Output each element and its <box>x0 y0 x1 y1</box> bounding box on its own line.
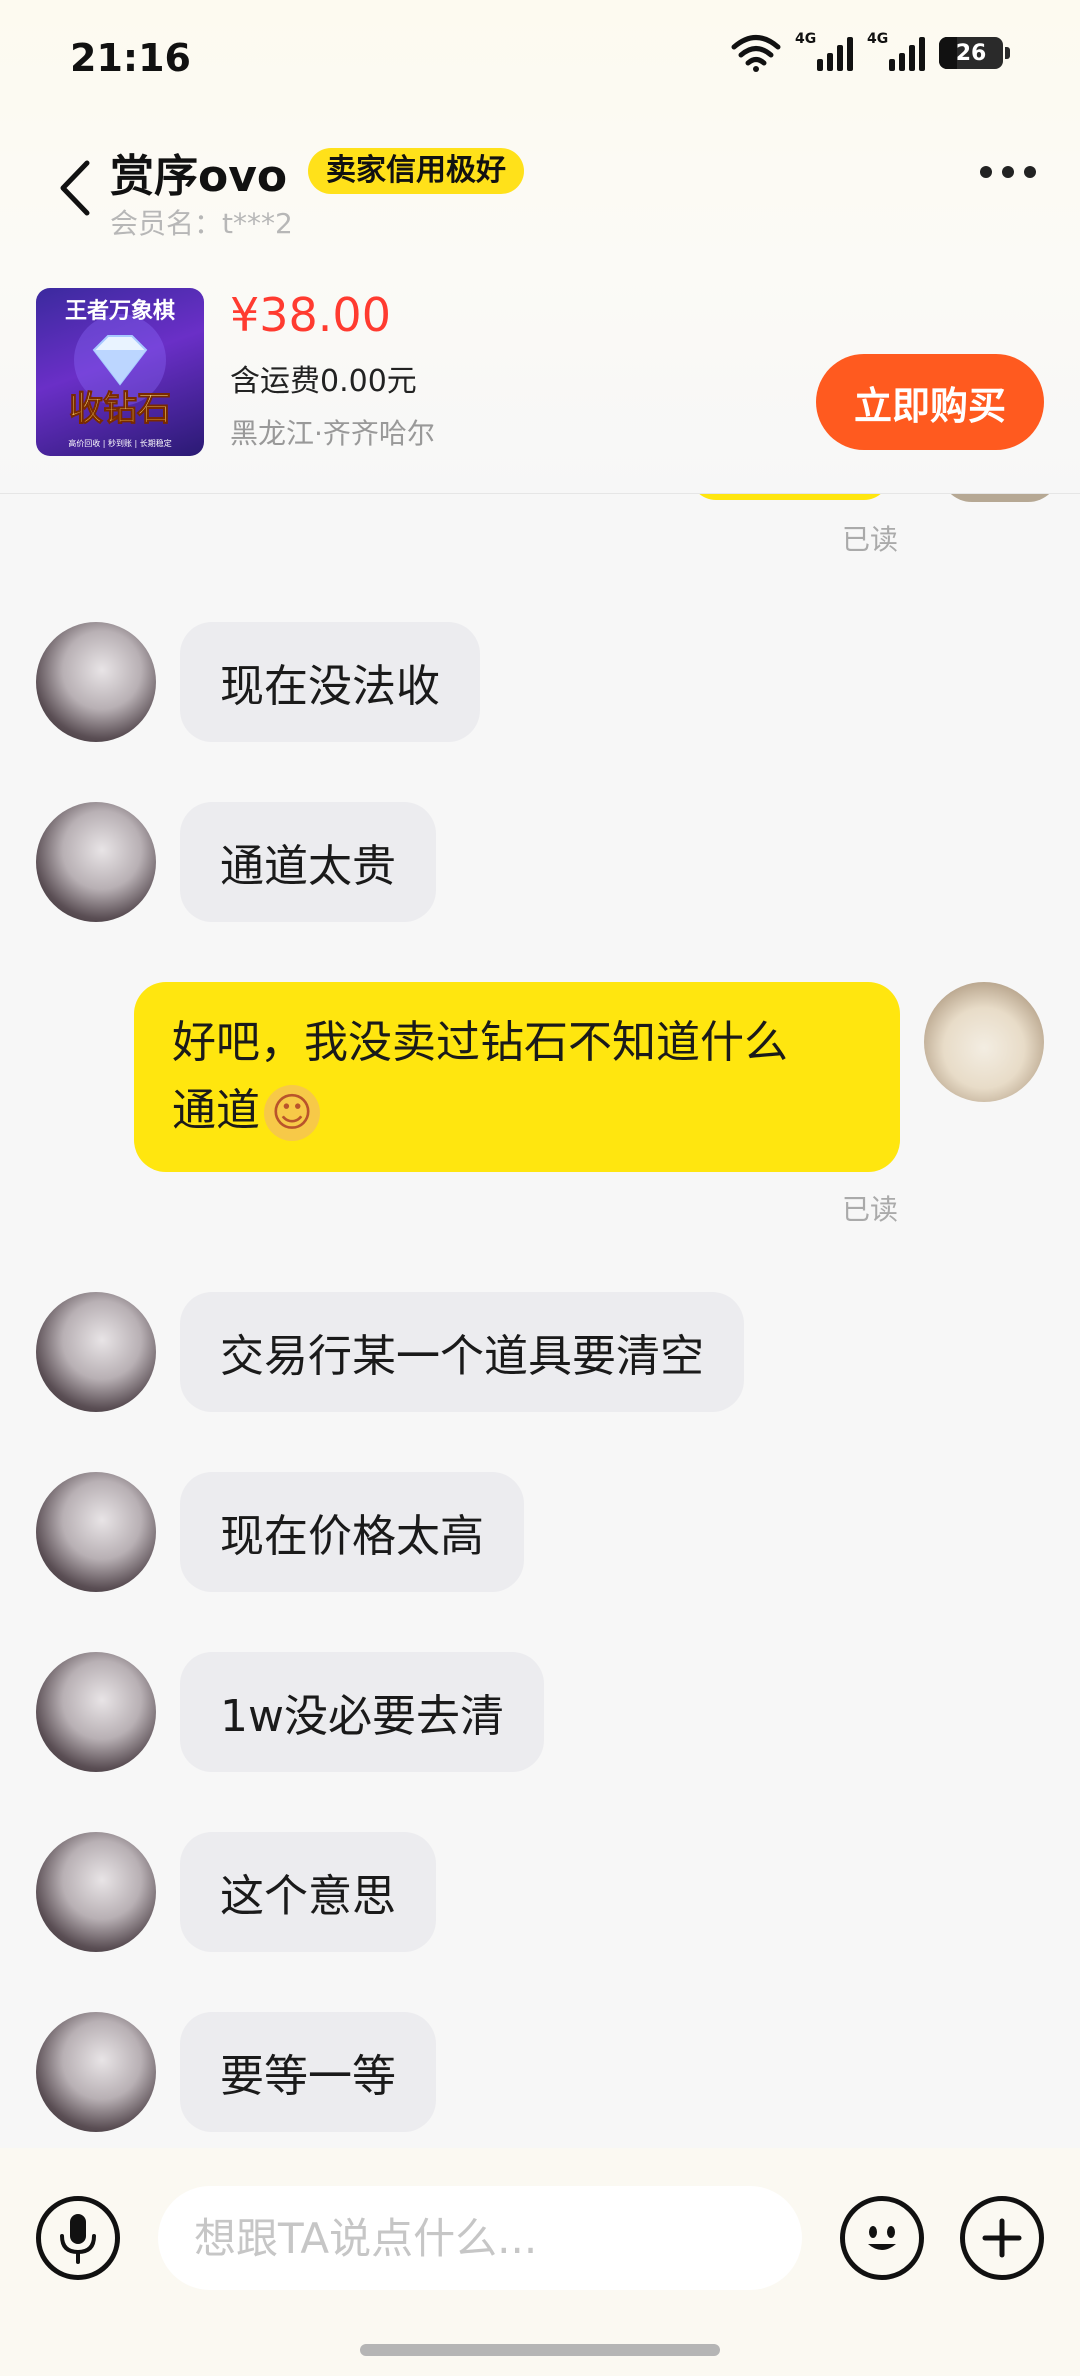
seller-avatar[interactable] <box>36 2012 156 2132</box>
message-text: 1w没必要去清 <box>220 1691 504 1742</box>
product-image-title: 王者万象棋 <box>65 298 175 324</box>
seller-avatar[interactable] <box>36 1292 156 1412</box>
read-receipt: 已读 <box>842 1193 899 1226</box>
status-icons: 4G 4G 26 <box>731 31 1010 72</box>
incoming-bubble[interactable]: 这个意思 <box>180 1832 436 1952</box>
seller-avatar[interactable] <box>36 1652 156 1772</box>
incoming-bubble[interactable]: 通道太贵 <box>180 802 436 922</box>
product-image[interactable]: 王者万象棋 收钻石 高价回收 | 秒到账 | 长期稳定 <box>36 288 204 456</box>
credit-badge[interactable]: 卖家信用极好 <box>308 148 524 194</box>
smiley-icon <box>868 2226 896 2250</box>
cell-signal-icon: 4G <box>867 31 925 71</box>
incoming-bubble[interactable]: 要等一等 <box>180 2012 436 2132</box>
dot-icon <box>1024 166 1036 178</box>
message-text: 交易行某一个道具要清空 <box>220 1331 704 1382</box>
incoming-bubble[interactable]: 现在价格太高 <box>180 1472 524 1592</box>
add-more-button[interactable] <box>960 2196 1044 2280</box>
my-avatar[interactable] <box>924 982 1044 1102</box>
microphone-icon <box>60 2214 96 2264</box>
dot-icon <box>1002 166 1014 178</box>
chevron-left-icon <box>60 160 90 216</box>
seller-avatar[interactable] <box>36 1472 156 1592</box>
home-indicator[interactable] <box>360 2344 720 2356</box>
product-image-main: 收钻石 <box>69 389 171 429</box>
smile-emoji-icon: ☺ <box>264 1085 320 1141</box>
emoji-button[interactable] <box>840 2196 924 2280</box>
seller-location: 黑龙江·齐齐哈尔 <box>230 417 435 450</box>
network-type: 4G <box>795 31 817 47</box>
cell-signal-icon: 4G <box>795 31 853 71</box>
network-type: 4G <box>867 31 889 47</box>
message-text-line1: 好吧，我没卖过钻石不知道什么 <box>172 1017 788 1068</box>
message-text: 这个意思 <box>220 1871 396 1922</box>
message-input[interactable] <box>158 2186 802 2290</box>
wifi-icon <box>731 35 781 72</box>
seller-avatar[interactable] <box>36 802 156 922</box>
message-text: 现在没法收 <box>220 661 440 712</box>
outgoing-bubble[interactable]: 好吧，我没卖过钻石不知道什么 通道 ☺ <box>134 982 900 1172</box>
message-text: 要等一等 <box>220 2051 396 2102</box>
product-artwork: 王者万象棋 收钻石 高价回收 | 秒到账 | 长期稳定 <box>65 298 175 448</box>
message-text: 通道太贵 <box>220 841 396 892</box>
seller-avatar[interactable] <box>36 1832 156 1952</box>
message-text: 现在价格太高 <box>220 1511 484 1562</box>
product-price: ¥38.00 <box>230 288 391 342</box>
voice-button[interactable] <box>36 2196 120 2280</box>
plus-icon <box>982 2218 1022 2258</box>
battery-level: 26 <box>955 40 987 66</box>
seller-avatar[interactable] <box>36 622 156 742</box>
header-area: 21:16 4G 4G 26 赏序ovo 卖家信用极好 会员名：t***2 王者… <box>0 0 1080 494</box>
more-menu-button[interactable] <box>980 166 1036 178</box>
incoming-bubble[interactable]: 交易行某一个道具要清空 <box>180 1292 744 1412</box>
buy-now-button[interactable]: 立即购买 <box>816 354 1044 450</box>
message-text-line2-content: 通道 <box>172 1085 260 1136</box>
incoming-bubble[interactable]: 现在没法收 <box>180 622 480 742</box>
product-image-footer: 高价回收 | 秒到账 | 长期稳定 <box>68 438 172 448</box>
incoming-bubble[interactable]: 1w没必要去清 <box>180 1652 544 1772</box>
dot-icon <box>980 166 992 178</box>
shipping-info: 含运费0.00元 <box>230 364 417 399</box>
seller-name[interactable]: 赏序ovo <box>110 140 287 204</box>
read-receipt-top: 已读 <box>842 523 899 556</box>
battery-icon: 26 <box>939 37 1010 69</box>
message-text-line2: 通道 ☺ <box>172 1077 320 1145</box>
back-button[interactable] <box>52 158 96 218</box>
member-name: 会员名：t***2 <box>110 207 293 240</box>
status-time: 21:16 <box>70 36 191 80</box>
